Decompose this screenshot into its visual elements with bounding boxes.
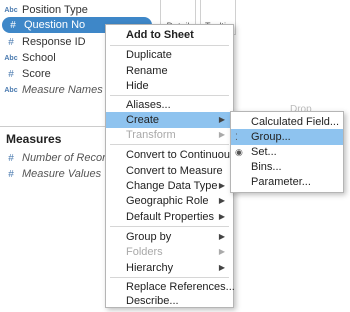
menu-item-label: Create xyxy=(126,114,160,126)
number-type-icon: # xyxy=(10,19,16,31)
measure-number-icon: # xyxy=(8,152,14,164)
field-context-menu: Add to Sheet Duplicate Rename Hide Alias… xyxy=(105,24,236,309)
field-position-type[interactable]: Abc Position Type xyxy=(0,2,158,18)
menu-item-duplicate[interactable]: Duplicate xyxy=(106,47,233,63)
menu-item-label: Hierarchy xyxy=(126,262,174,274)
submenu-arrow-icon: ▶ xyxy=(218,196,225,205)
number-type-icon: # xyxy=(8,68,14,80)
menu-item-label: Default Properties xyxy=(126,211,215,223)
submenu-item-label: Parameter... xyxy=(251,176,311,188)
submenu-item-label: Set... xyxy=(251,146,277,158)
submenu-item-parameter[interactable]: Parameter... xyxy=(231,174,343,190)
menu-item-label: Convert to Continuous xyxy=(126,149,236,161)
menu-item-create[interactable]: Create ▶ xyxy=(106,112,233,128)
menu-item-label: Describe... xyxy=(126,295,179,307)
measures-title: Measures xyxy=(6,132,62,146)
measure-number-icon: # xyxy=(8,168,14,180)
menu-item-hide[interactable]: Hide xyxy=(106,78,233,94)
field-label: Measure Names xyxy=(22,84,103,96)
menu-separator xyxy=(110,95,229,96)
menu-item-geographic-role[interactable]: Geographic Role ▶ xyxy=(106,193,233,209)
submenu-arrow-icon: ▶ xyxy=(218,263,225,272)
string-type-icon: Abc xyxy=(4,6,18,14)
field-label: Score xyxy=(22,68,51,80)
menu-item-label: Hide xyxy=(126,80,149,92)
menu-item-describe[interactable]: Describe... xyxy=(106,293,233,309)
menu-item-folders[interactable]: Folders ▶ xyxy=(106,244,233,260)
menu-item-label: Rename xyxy=(126,65,168,77)
menu-item-convert-to-measure[interactable]: Convert to Measure xyxy=(106,163,233,179)
create-submenu: Calculated Field... ⁚ Group... ◉ Set... Bi… xyxy=(230,111,344,193)
submenu-item-calculated-field[interactable]: Calculated Field... xyxy=(231,114,343,130)
field-label: Measure Values xyxy=(22,168,102,180)
field-label: Number of Records xyxy=(22,152,118,164)
submenu-arrow-icon: ▶ xyxy=(218,232,225,241)
menu-item-label: Change Data Type xyxy=(126,180,218,192)
group-icon: ⁚ xyxy=(235,132,238,142)
menu-item-aliases[interactable]: Aliases... xyxy=(106,97,233,113)
menu-item-label: Replace References... xyxy=(126,281,235,293)
field-label: School xyxy=(22,52,56,64)
submenu-item-label: Group... xyxy=(251,131,291,143)
menu-item-add-to-sheet[interactable]: Add to Sheet xyxy=(106,27,233,43)
submenu-arrow-icon: ▶ xyxy=(218,212,225,221)
menu-item-label: Group by xyxy=(126,231,172,243)
string-type-icon: Abc xyxy=(4,54,18,62)
set-icon: ◉ xyxy=(235,147,243,157)
menu-item-label: Folders xyxy=(126,246,163,258)
field-label: Question No xyxy=(24,19,86,31)
field-label: Position Type xyxy=(22,4,88,16)
menu-item-change-data-type[interactable]: Change Data Type ▶ xyxy=(106,178,233,194)
menu-item-rename[interactable]: Rename xyxy=(106,63,233,79)
menu-item-hierarchy[interactable]: Hierarchy ▶ xyxy=(106,260,233,276)
menu-separator xyxy=(110,144,229,145)
menu-item-transform[interactable]: Transform ▶ xyxy=(106,127,233,143)
menu-item-label: Duplicate xyxy=(126,49,172,61)
menu-item-default-properties[interactable]: Default Properties ▶ xyxy=(106,209,233,225)
submenu-arrow-icon: ▶ xyxy=(218,247,225,256)
menu-item-group-by[interactable]: Group by ▶ xyxy=(106,229,233,245)
menu-separator xyxy=(110,45,229,46)
submenu-item-label: Bins... xyxy=(251,161,282,173)
field-label: Response ID xyxy=(22,36,86,48)
menu-item-label: Geographic Role xyxy=(126,195,209,207)
submenu-arrow-icon: ▶ xyxy=(218,115,225,124)
menu-separator xyxy=(110,226,229,227)
submenu-arrow-icon: ▶ xyxy=(218,130,225,139)
menu-item-convert-to-continuous[interactable]: Convert to Continuous xyxy=(106,147,236,163)
menu-item-label: Convert to Measure xyxy=(126,165,223,177)
submenu-item-set[interactable]: ◉ Set... xyxy=(231,144,343,160)
menu-separator xyxy=(110,277,229,278)
menu-item-label: Transform xyxy=(126,129,176,141)
string-type-icon: Abc xyxy=(4,86,18,94)
submenu-item-bins[interactable]: Bins... xyxy=(231,159,343,175)
submenu-arrow-icon: ▶ xyxy=(218,181,225,190)
tableau-workspace: Detail Tooltip Drop Abc Position Type # … xyxy=(0,0,350,312)
submenu-item-group[interactable]: ⁚ Group... xyxy=(231,129,343,145)
submenu-item-label: Calculated Field... xyxy=(251,116,340,128)
number-type-icon: # xyxy=(8,36,14,48)
menu-item-label: Aliases... xyxy=(126,99,171,111)
menu-item-label: Add to Sheet xyxy=(126,29,194,41)
